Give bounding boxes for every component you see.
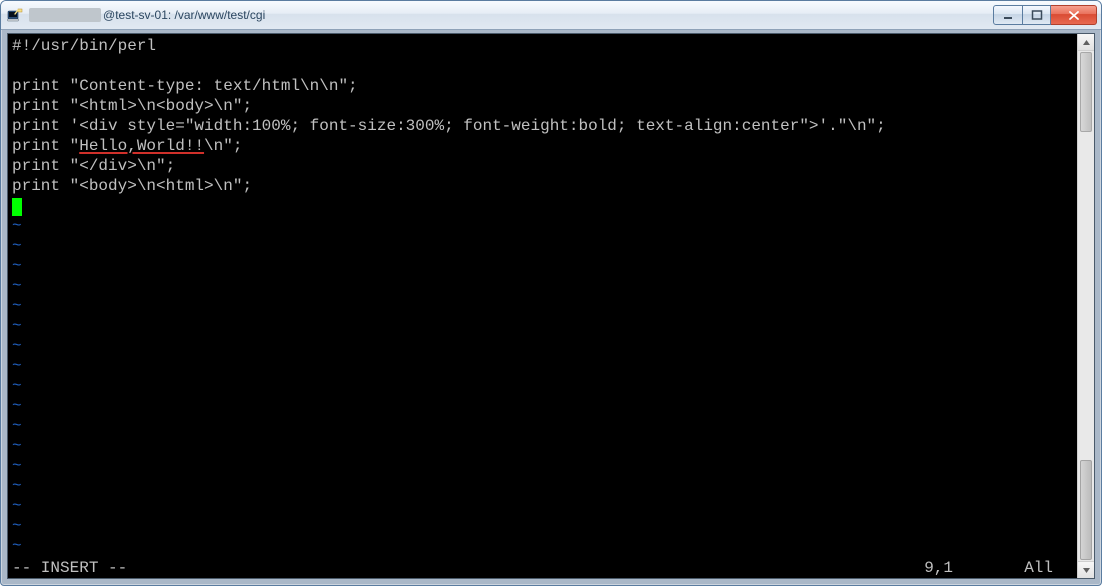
- vim-status-line: -- INSERT -- 9,1 All: [8, 558, 1077, 578]
- scroll-thumb[interactable]: [1080, 52, 1092, 132]
- minimize-button[interactable]: [993, 5, 1023, 25]
- maximize-button[interactable]: [1023, 5, 1051, 25]
- window-controls: [993, 5, 1097, 25]
- vim-mode: -- INSERT --: [12, 558, 127, 578]
- close-button[interactable]: [1051, 5, 1097, 25]
- vertical-scrollbar[interactable]: [1077, 34, 1094, 578]
- window-title: @test-sv-01: /var/www/test/cgi: [103, 8, 265, 22]
- terminal-cursor: [12, 198, 22, 216]
- titlebar-user-obscured: ████████: [29, 8, 101, 22]
- terminal[interactable]: #!/usr/bin/perl print "Content-type: tex…: [8, 34, 1077, 578]
- titlebar[interactable]: ████████ @test-sv-01: /var/www/test/cgi: [1, 1, 1101, 30]
- putty-icon: [7, 7, 23, 23]
- scroll-thumb-secondary[interactable]: [1080, 460, 1092, 560]
- vim-view-percentage: All: [1024, 558, 1053, 578]
- scroll-down-arrow-icon[interactable]: [1078, 561, 1094, 578]
- client-area: #!/usr/bin/perl print "Content-type: tex…: [7, 33, 1095, 579]
- scroll-up-arrow-icon[interactable]: [1078, 34, 1094, 51]
- window-frame: ████████ @test-sv-01: /var/www/test/cgi …: [0, 0, 1102, 586]
